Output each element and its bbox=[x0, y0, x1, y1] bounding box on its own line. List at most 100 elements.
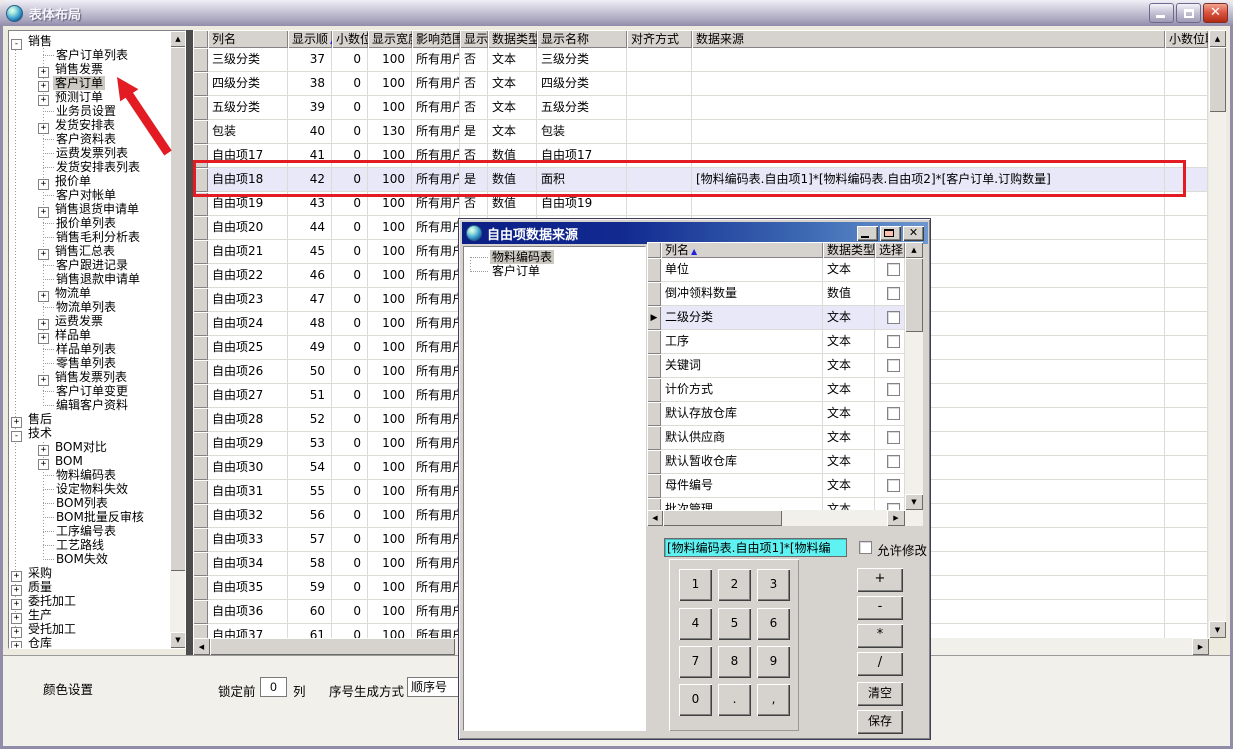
cell[interactable]: 100 bbox=[368, 96, 412, 120]
cell[interactable]: 48 bbox=[288, 312, 332, 336]
tree-item-label[interactable]: 销售退款申请单 bbox=[54, 272, 142, 286]
dialog-tree-item[interactable]: 客户订单 bbox=[464, 264, 645, 278]
cell[interactable]: 四级分类 bbox=[537, 72, 627, 96]
cell[interactable]: 所有用户 bbox=[412, 480, 460, 504]
tree-item-label[interactable]: 质量 bbox=[26, 580, 54, 594]
grid-header-cell[interactable]: 小数位 bbox=[332, 30, 368, 48]
row-selector[interactable] bbox=[193, 120, 208, 144]
tree-item[interactable]: 物流单列表 bbox=[9, 300, 185, 314]
cell[interactable]: 100 bbox=[368, 576, 412, 600]
cell[interactable]: 所有用户 bbox=[412, 504, 460, 528]
row-selector[interactable] bbox=[647, 330, 661, 354]
cell[interactable]: 37 bbox=[288, 48, 332, 72]
tree-item[interactable]: 编辑客户资料 bbox=[9, 398, 185, 412]
cell[interactable]: 所有用户 bbox=[412, 264, 460, 288]
tree-item[interactable]: +报价单 bbox=[9, 174, 185, 188]
cell[interactable]: 100 bbox=[368, 600, 412, 624]
cell[interactable]: 自由项23 bbox=[208, 288, 288, 312]
cell[interactable]: 自由项37 bbox=[208, 624, 288, 638]
tree-item[interactable]: +销售退货申请单 bbox=[9, 202, 185, 216]
cell[interactable]: 是 bbox=[460, 120, 488, 144]
cell[interactable]: 文本 bbox=[823, 402, 875, 426]
tree-item[interactable]: -技术 bbox=[9, 426, 185, 440]
cell[interactable]: 0 bbox=[332, 240, 368, 264]
tree-item[interactable]: 客户跟进记录 bbox=[9, 258, 185, 272]
row-selector[interactable] bbox=[193, 600, 208, 624]
field-select-checkbox[interactable] bbox=[887, 431, 900, 444]
cell[interactable]: 五级分类 bbox=[537, 96, 627, 120]
cell[interactable]: 所有用户 bbox=[412, 216, 460, 240]
tree-item[interactable]: -销售 bbox=[9, 34, 185, 48]
tree-item-label[interactable]: 样品单 bbox=[53, 328, 93, 342]
tree-item-label[interactable]: 运费发票 bbox=[53, 314, 105, 328]
cell[interactable]: 100 bbox=[368, 504, 412, 528]
cell[interactable]: 自由项20 bbox=[208, 216, 288, 240]
cell[interactable] bbox=[1165, 264, 1208, 288]
field-select-checkbox[interactable] bbox=[887, 479, 900, 492]
cell[interactable]: 数值 bbox=[823, 282, 875, 306]
tree-item[interactable]: BOM失效 bbox=[9, 552, 185, 566]
scroll-up-icon[interactable]: ▲ bbox=[1209, 30, 1226, 47]
cell[interactable]: 130 bbox=[368, 120, 412, 144]
cell[interactable] bbox=[627, 120, 692, 144]
tree-item-label[interactable]: 物料编码表 bbox=[490, 250, 554, 264]
allow-edit-checkbox[interactable] bbox=[859, 541, 872, 554]
cell[interactable]: 100 bbox=[368, 288, 412, 312]
tree-item[interactable]: +生产 bbox=[9, 608, 185, 622]
cell[interactable]: 倒冲领料数量 bbox=[661, 282, 823, 306]
cell[interactable]: 所有用户 bbox=[412, 552, 460, 576]
cell[interactable]: 44 bbox=[288, 216, 332, 240]
field-select-checkbox[interactable] bbox=[887, 503, 900, 510]
cell[interactable]: 100 bbox=[368, 408, 412, 432]
maximize-button[interactable] bbox=[1176, 3, 1201, 23]
cell[interactable]: 53 bbox=[288, 432, 332, 456]
keypad-2-button[interactable]: 2 bbox=[718, 569, 751, 601]
cell[interactable] bbox=[1165, 552, 1208, 576]
grid-header-cell[interactable]: 小数位取 bbox=[1165, 30, 1208, 48]
cell[interactable]: 56 bbox=[288, 504, 332, 528]
cell[interactable] bbox=[692, 120, 1165, 144]
cell[interactable]: 所有用户 bbox=[412, 528, 460, 552]
cell[interactable]: 文本 bbox=[823, 258, 875, 282]
cell[interactable]: 自由项31 bbox=[208, 480, 288, 504]
cell[interactable] bbox=[692, 96, 1165, 120]
grid-header-cell[interactable]: 选择 bbox=[875, 242, 905, 258]
cell[interactable]: 40 bbox=[288, 120, 332, 144]
dialog-vscroll-thumb[interactable] bbox=[905, 258, 923, 332]
tree-item-label[interactable]: 发货安排表列表 bbox=[54, 160, 142, 174]
grid-header-cell[interactable]: 数据类型 bbox=[488, 30, 537, 48]
dialog-minimize-button[interactable] bbox=[857, 226, 878, 241]
row-selector[interactable] bbox=[193, 216, 208, 240]
cell[interactable]: 46 bbox=[288, 264, 332, 288]
minus-button[interactable]: - bbox=[857, 596, 903, 620]
tree-item-label[interactable]: 销售汇总表 bbox=[53, 244, 117, 258]
cell[interactable] bbox=[1165, 240, 1208, 264]
row-selector[interactable] bbox=[193, 72, 208, 96]
cell[interactable] bbox=[1165, 624, 1208, 638]
cell[interactable] bbox=[1165, 360, 1208, 384]
scroll-right-icon[interactable]: ▶ bbox=[887, 510, 905, 526]
row-selector[interactable] bbox=[193, 264, 208, 288]
cell[interactable]: 52 bbox=[288, 408, 332, 432]
tree-item[interactable]: +委托加工 bbox=[9, 594, 185, 608]
tree-grid-splitter[interactable] bbox=[186, 30, 193, 655]
cell[interactable] bbox=[1165, 216, 1208, 240]
cell[interactable]: 自由项36 bbox=[208, 600, 288, 624]
tree-item-label[interactable]: 设定物料失效 bbox=[54, 482, 130, 496]
tree-item-label[interactable]: 销售退货申请单 bbox=[53, 202, 141, 216]
cell[interactable]: 0 bbox=[332, 408, 368, 432]
close-button[interactable]: ✕ bbox=[1203, 3, 1228, 23]
cell[interactable]: 否 bbox=[460, 48, 488, 72]
dialog-maximize-button[interactable] bbox=[880, 226, 901, 241]
grid-hscroll-thumb[interactable] bbox=[210, 638, 455, 655]
tree-item[interactable]: +销售汇总表 bbox=[9, 244, 185, 258]
cell[interactable]: 计价方式 bbox=[661, 378, 823, 402]
cell[interactable]: 0 bbox=[332, 360, 368, 384]
tree-item[interactable]: 客户订单列表 bbox=[9, 48, 185, 62]
tree-item-label[interactable]: 预测订单 bbox=[53, 90, 105, 104]
row-selector[interactable] bbox=[193, 576, 208, 600]
tree-item-label[interactable]: 编辑客户资料 bbox=[54, 398, 130, 412]
dialog-table-row[interactable]: 工序文本 bbox=[647, 330, 905, 354]
dialog-table-row[interactable]: 批次管理文本 bbox=[647, 498, 905, 510]
dialog-hscroll-thumb[interactable] bbox=[663, 510, 782, 526]
